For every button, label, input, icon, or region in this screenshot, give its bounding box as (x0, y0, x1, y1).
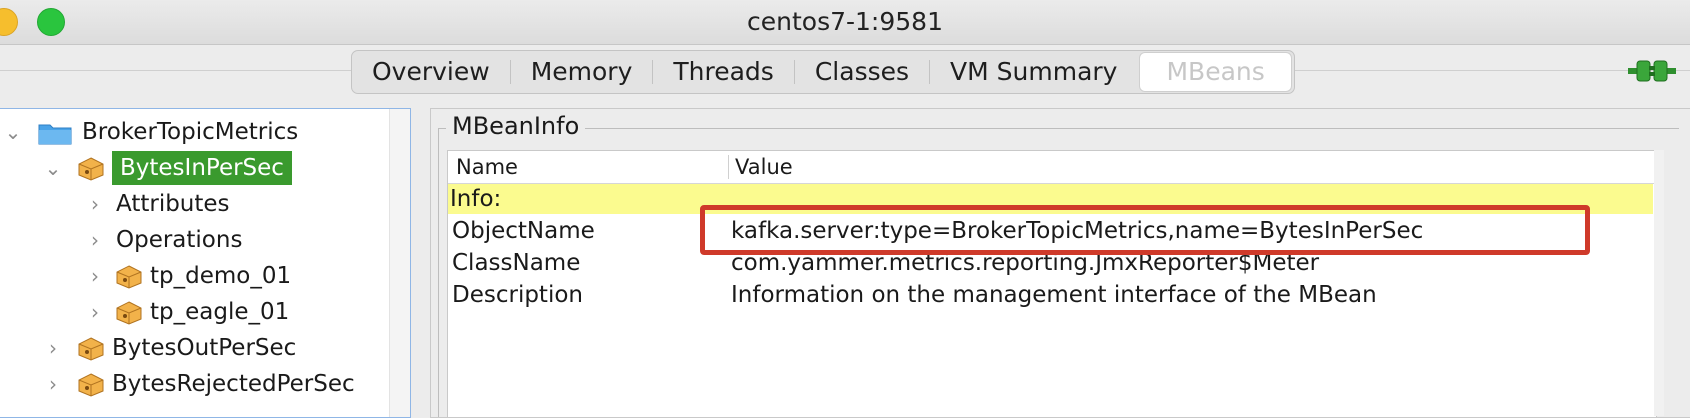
row-name-classname[interactable]: ClassName (452, 247, 580, 279)
mbean-icon (116, 264, 142, 289)
tree-item-label: BytesRejectedPerSec (112, 371, 355, 397)
tree-item-attributes[interactable]: › Attributes (82, 186, 230, 222)
tree-item-bytesoutpersec[interactable]: › BytesOutPerSec (40, 330, 296, 366)
mbeaninfo-table[interactable]: Name Value Info: ObjectName kafka.server… (447, 150, 1657, 417)
chevron-down-icon[interactable]: ⌄ (40, 150, 66, 186)
tab-threads[interactable]: Threads (653, 55, 793, 89)
objectname-highlight-annotation (700, 205, 1590, 255)
tree-item-label: BytesInPerSec (112, 151, 292, 185)
title-bar: centos7-1:9581 (0, 0, 1690, 45)
tab-vm-summary[interactable]: VM Summary (930, 55, 1137, 89)
chevron-right-icon[interactable]: › (82, 186, 108, 222)
tree-item-brokertopicmetrics[interactable]: ⌄ BrokerTopicMetrics (0, 114, 299, 150)
row-name-objectname[interactable]: ObjectName (452, 215, 595, 247)
tree-item-tp-eagle-01[interactable]: › tp_eagle_01 (82, 294, 289, 330)
tab-mbeans[interactable]: MBeans (1139, 52, 1292, 92)
chevron-right-icon[interactable]: › (40, 366, 66, 402)
info-section-label: Info: (450, 186, 502, 212)
tree-item-bytesinpersec[interactable]: ⌄ BytesInPerSec (40, 150, 292, 186)
tab-bar: Overview Memory Threads Classes VM Summa… (351, 50, 1295, 94)
connection-status-icon[interactable] (1628, 58, 1676, 88)
mbean-icon (78, 372, 104, 397)
tree-scrollbar[interactable] (389, 109, 410, 417)
tab-memory[interactable]: Memory (511, 55, 653, 89)
tree-item-label: tp_demo_01 (150, 263, 292, 289)
chevron-down-icon[interactable]: ⌄ (0, 114, 26, 150)
column-header-value[interactable]: Value (735, 151, 793, 183)
tree-item-operations[interactable]: › Operations (82, 222, 242, 258)
mbean-icon (116, 300, 142, 325)
mbean-icon (78, 336, 104, 361)
tree-item-label: BytesOutPerSec (112, 335, 297, 361)
tab-overview[interactable]: Overview (352, 55, 510, 89)
column-header-name[interactable]: Name (456, 151, 518, 183)
tab-classes[interactable]: Classes (795, 55, 929, 89)
row-value-description[interactable]: Information on the management interface … (731, 279, 1377, 311)
tree-item-tp-demo-01[interactable]: › tp_demo_01 (82, 258, 291, 294)
chevron-right-icon[interactable]: › (82, 222, 108, 258)
tree-item-label: Operations (116, 227, 243, 253)
table-header: Name Value (448, 151, 1656, 184)
row-name-description[interactable]: Description (452, 279, 583, 311)
chevron-right-icon[interactable]: › (82, 294, 108, 330)
tree-item-label: tp_eagle_01 (150, 299, 290, 325)
mbeaninfo-title: MBeanInfo (446, 112, 586, 140)
window-title: centos7-1:9581 (747, 7, 943, 36)
chevron-right-icon[interactable]: › (40, 330, 66, 366)
folder-icon (38, 120, 72, 145)
tree-item-label: Attributes (116, 191, 230, 217)
mbean-icon (78, 156, 104, 181)
tree-item-label: BrokerTopicMetrics (82, 119, 299, 145)
table-scrollbar[interactable] (1654, 150, 1664, 416)
column-separator (728, 155, 729, 179)
tree-item-bytesrejectedpersec[interactable]: › BytesRejectedPerSec (40, 366, 355, 402)
chevron-right-icon[interactable]: › (82, 258, 108, 294)
